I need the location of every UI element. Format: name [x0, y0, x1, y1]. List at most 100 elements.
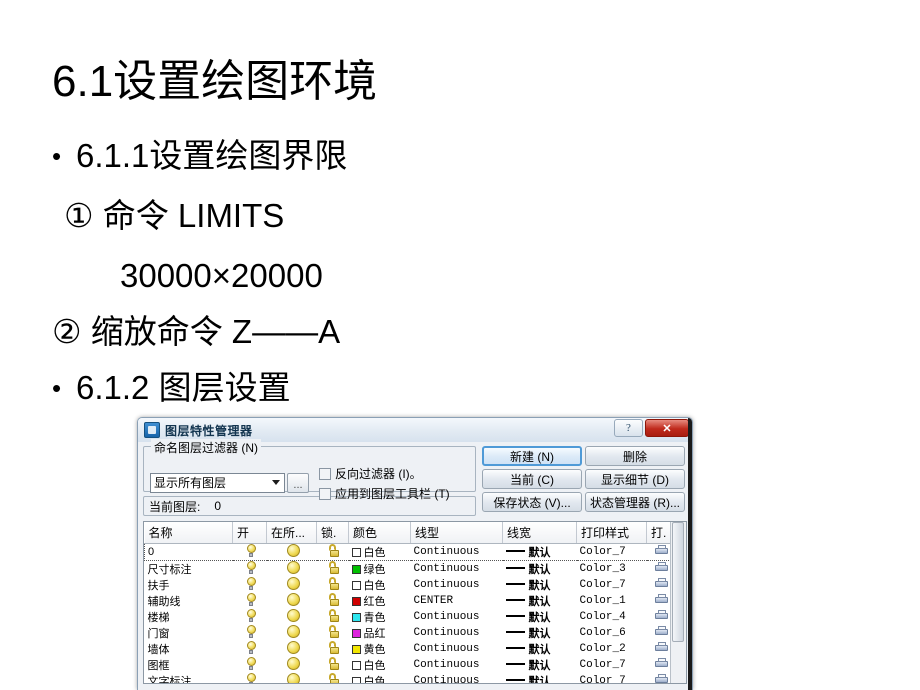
checkbox-box[interactable] — [319, 467, 331, 480]
cell-on-toggle[interactable] — [233, 625, 267, 641]
col-header-freeze[interactable]: 在所... — [266, 522, 317, 544]
cell-plot-toggle[interactable] — [647, 577, 671, 593]
cell-linetype[interactable]: CENTER — [411, 593, 503, 609]
help-button[interactable]: ? — [614, 419, 643, 437]
printer-icon[interactable] — [655, 578, 669, 589]
lock-icon[interactable] — [328, 673, 340, 683]
lightbulb-icon[interactable] — [246, 673, 257, 683]
sun-icon[interactable] — [286, 673, 300, 683]
cell-plotstyle[interactable]: Color_7 — [576, 543, 647, 561]
layer-table-scrollbar[interactable] — [670, 522, 686, 683]
cell-on-toggle[interactable] — [233, 641, 267, 657]
lock-icon[interactable] — [328, 544, 340, 557]
delete-layer-button[interactable]: 删除 — [585, 446, 685, 466]
cell-plot-toggle[interactable] — [646, 543, 670, 561]
cell-lock-toggle[interactable] — [317, 609, 349, 625]
sun-icon[interactable] — [286, 593, 300, 606]
cell-lineweight[interactable]: 默认 — [503, 593, 577, 609]
cell-plotstyle[interactable]: Color_7 — [577, 577, 647, 593]
cell-freeze-toggle[interactable] — [267, 673, 317, 683]
lightbulb-icon[interactable] — [246, 641, 257, 654]
table-row[interactable]: 尺寸标注 绿色 Continuous 默认 Color_3 — [145, 561, 671, 578]
cell-layer-name[interactable]: 辅助线 — [145, 593, 233, 609]
cell-color[interactable]: 白色 — [349, 657, 411, 673]
set-current-button[interactable]: 当前 (C) — [482, 469, 582, 489]
col-header-plot[interactable]: 打. — [646, 522, 670, 544]
cell-color[interactable]: 白色 — [349, 673, 411, 683]
col-header-plotstyle[interactable]: 打印样式 — [576, 522, 647, 544]
cell-plot-toggle[interactable] — [647, 625, 671, 641]
lock-icon[interactable] — [328, 641, 340, 654]
cell-layer-name[interactable]: 图框 — [145, 657, 233, 673]
printer-icon[interactable] — [655, 626, 669, 637]
cell-freeze-toggle[interactable] — [267, 593, 317, 609]
cell-color[interactable]: 白色 — [349, 577, 411, 593]
table-row[interactable]: 门窗 品红 Continuous 默认 Color_6 — [145, 625, 671, 641]
cell-lineweight[interactable]: 默认 — [502, 543, 577, 561]
cell-plot-toggle[interactable] — [647, 657, 671, 673]
sun-icon[interactable] — [286, 609, 300, 622]
cell-linetype[interactable]: Continuous — [411, 609, 503, 625]
cell-plotstyle[interactable]: Color_1 — [577, 593, 647, 609]
printer-icon[interactable] — [655, 674, 669, 683]
sun-icon[interactable] — [286, 641, 300, 654]
cell-lock-toggle[interactable] — [316, 543, 349, 561]
cell-linetype[interactable]: Continuous — [411, 625, 503, 641]
checkbox-box[interactable] — [319, 487, 331, 500]
col-header-lock[interactable]: 锁. — [316, 522, 349, 544]
lock-icon[interactable] — [328, 657, 340, 670]
cell-on-toggle[interactable] — [233, 593, 267, 609]
cell-plot-toggle[interactable] — [647, 593, 671, 609]
cell-linetype[interactable]: Continuous — [411, 641, 503, 657]
col-header-lineweight[interactable]: 线宽 — [502, 522, 577, 544]
show-details-button[interactable]: 显示细节 (D) — [585, 469, 685, 489]
cell-linetype[interactable]: Continuous — [411, 561, 503, 578]
sun-icon[interactable] — [286, 657, 300, 670]
cell-lock-toggle[interactable] — [317, 593, 349, 609]
cell-on-toggle[interactable] — [233, 673, 267, 683]
filter-options-button[interactable]: ... — [287, 472, 309, 493]
cell-layer-name[interactable]: 楼梯 — [145, 609, 233, 625]
cell-linetype[interactable]: Continuous — [410, 543, 503, 561]
cell-on-toggle[interactable] — [233, 609, 267, 625]
cell-plot-toggle[interactable] — [647, 561, 671, 578]
lightbulb-icon[interactable] — [246, 609, 257, 622]
cell-layer-name[interactable]: 尺寸标注 — [145, 561, 233, 578]
lightbulb-icon[interactable] — [246, 577, 257, 590]
table-row[interactable]: 0 白色 Continuous 默认 Color_7 — [144, 543, 670, 561]
table-row[interactable]: 扶手 白色 Continuous 默认 Color_7 — [145, 577, 671, 593]
cell-layer-name[interactable]: 门窗 — [145, 625, 233, 641]
printer-icon[interactable] — [655, 642, 669, 653]
cell-freeze-toggle[interactable] — [267, 561, 317, 578]
lightbulb-icon[interactable] — [246, 561, 257, 574]
lock-icon[interactable] — [328, 561, 340, 574]
cell-lock-toggle[interactable] — [317, 577, 349, 593]
sun-icon[interactable] — [286, 577, 300, 590]
cell-plotstyle[interactable]: Color_7 — [577, 657, 647, 673]
cell-color[interactable]: 绿色 — [349, 561, 411, 578]
printer-icon[interactable] — [655, 562, 669, 573]
lightbulb-icon[interactable] — [246, 625, 257, 638]
cell-freeze-toggle[interactable] — [267, 625, 317, 641]
cell-freeze-toggle[interactable] — [267, 657, 317, 673]
lightbulb-icon[interactable] — [246, 593, 257, 606]
lock-icon[interactable] — [328, 609, 340, 622]
sun-icon[interactable] — [286, 561, 300, 574]
sun-icon[interactable] — [286, 625, 300, 638]
printer-icon[interactable] — [655, 594, 669, 605]
col-header-linetype[interactable]: 线型 — [410, 522, 503, 544]
cell-plotstyle[interactable]: Color_6 — [577, 625, 647, 641]
cell-layer-name[interactable]: 0 — [144, 543, 233, 561]
cell-lineweight[interactable]: 默认 — [503, 625, 577, 641]
cell-color[interactable]: 品红 — [349, 625, 411, 641]
cell-plotstyle[interactable]: Color_2 — [577, 641, 647, 657]
cell-lineweight[interactable]: 默认 — [503, 657, 577, 673]
table-row[interactable]: 楼梯 青色 Continuous 默认 Color_4 — [145, 609, 671, 625]
cell-lineweight[interactable]: 默认 — [503, 641, 577, 657]
printer-icon[interactable] — [654, 545, 669, 556]
cell-lineweight[interactable]: 默认 — [503, 561, 577, 578]
lightbulb-icon[interactable] — [246, 657, 257, 670]
cell-lineweight[interactable]: 默认 — [503, 577, 577, 593]
cell-freeze-toggle[interactable] — [267, 609, 317, 625]
cell-linetype[interactable]: Continuous — [411, 673, 503, 683]
